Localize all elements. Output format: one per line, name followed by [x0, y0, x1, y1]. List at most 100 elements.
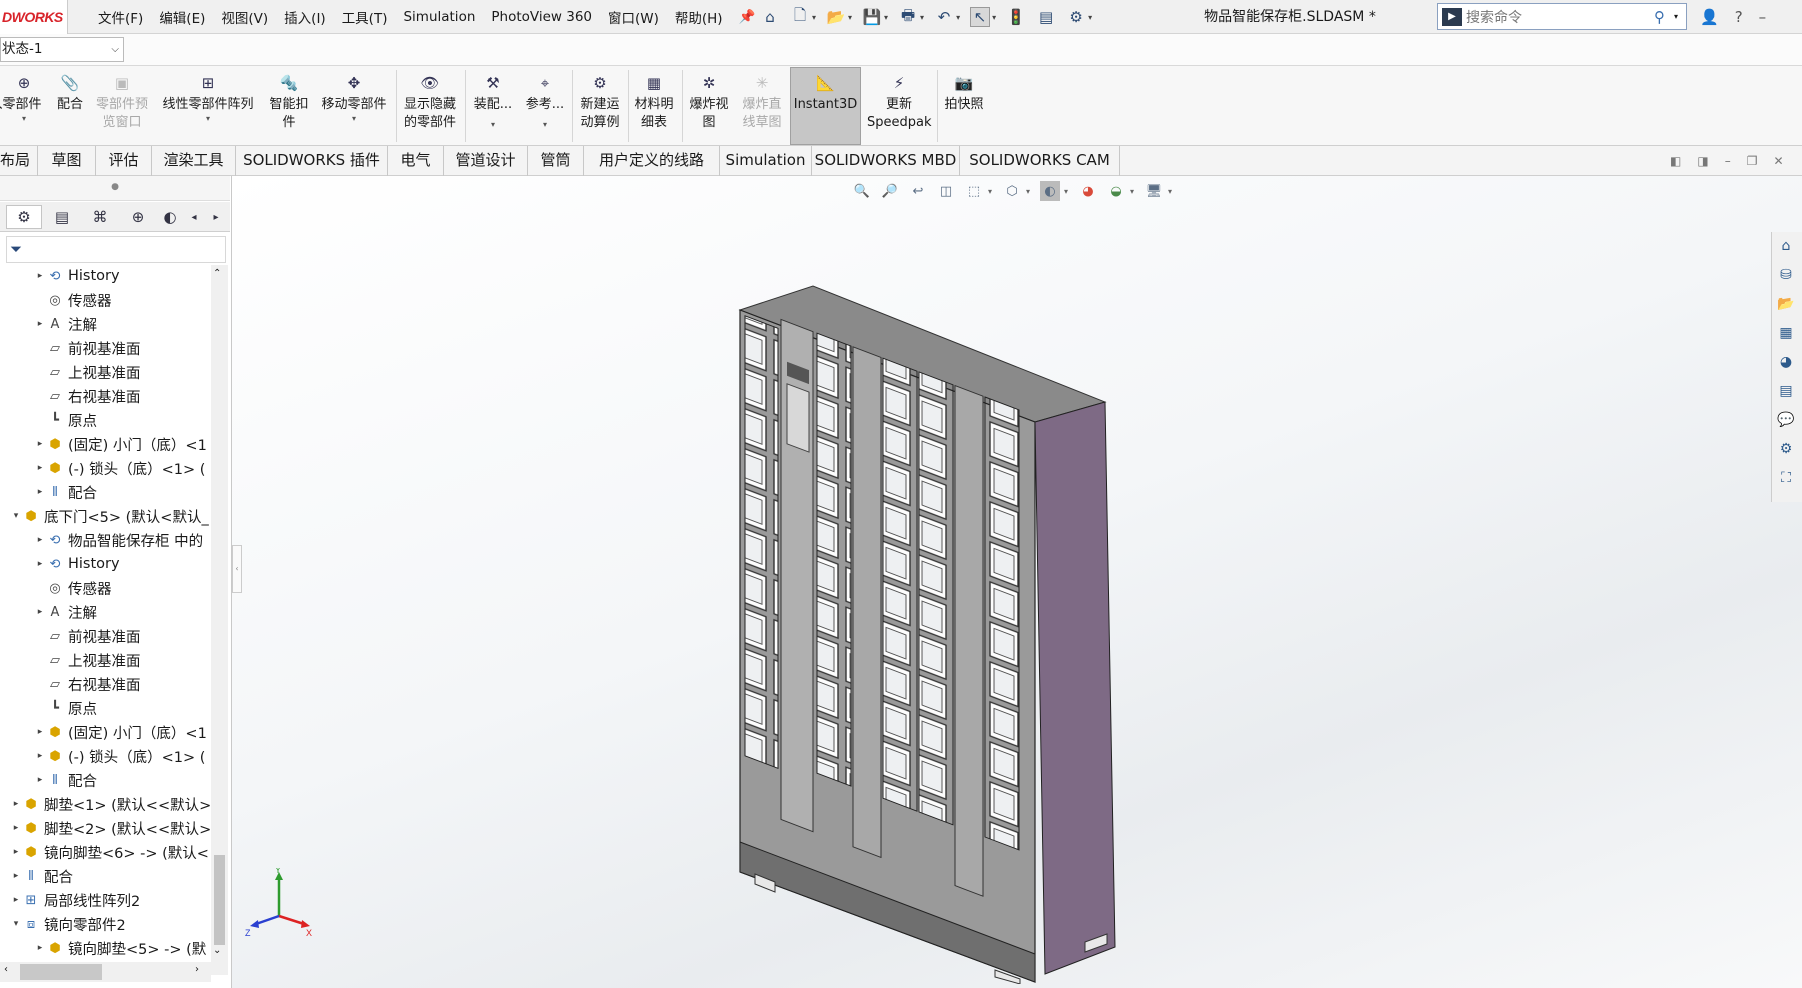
expand-arrow-icon[interactable]: ▸: [34, 607, 46, 617]
tree-filter[interactable]: ⏷: [6, 236, 226, 263]
edit-appearance-icon[interactable]: ◕: [1078, 181, 1098, 201]
view-settings-icon[interactable]: 🖥: [1144, 181, 1164, 201]
forum-icon[interactable]: 💬: [1774, 408, 1798, 432]
assembly-features-button[interactable]: ⚒ 装配... ▾: [467, 68, 519, 144]
smart-fastener-button[interactable]: 🔩 智能扣件: [264, 68, 314, 144]
traffic-light-icon[interactable]: 🚦: [1006, 7, 1026, 27]
tree-item[interactable]: ◎ 传感器: [0, 288, 212, 312]
motion-study-button[interactable]: ⚙ 新建运动算例: [574, 68, 626, 144]
help-icon[interactable]: ?: [1735, 8, 1743, 26]
tree-item[interactable]: ▾ ⧈ 镜向零部件2: [0, 912, 212, 936]
tab-layout[interactable]: 布局: [0, 146, 38, 176]
tab-electrical[interactable]: 电气: [388, 146, 444, 176]
expand-arrow-icon[interactable]: ▸: [10, 847, 22, 857]
appearances-icon[interactable]: ◕: [1774, 350, 1798, 374]
linear-pattern-dropdown-icon[interactable]: ▾: [206, 114, 210, 124]
tab-mbd[interactable]: SOLIDWORKS MBD: [812, 146, 960, 176]
new-icon[interactable]: 🗋: [790, 6, 810, 27]
tree-item[interactable]: ◎ 传感器: [0, 576, 212, 600]
expand-arrow-icon[interactable]: ▸: [34, 727, 46, 737]
plm-icon[interactable]: ⛶: [1774, 466, 1798, 490]
select-icon[interactable]: ↖: [970, 7, 991, 27]
configuration-select[interactable]: 状态-1 ⌵: [0, 37, 124, 62]
dynamic-annotation-icon[interactable]: ⬚: [964, 181, 984, 201]
zoom-to-fit-icon[interactable]: 🔍: [852, 181, 872, 201]
display-style-dropdown-icon[interactable]: ▾: [1024, 181, 1032, 201]
pin-icon[interactable]: 📌: [731, 9, 764, 25]
expand-arrow-icon[interactable]: ▸: [34, 943, 46, 953]
tab-scroll-left-icon[interactable]: ◂: [184, 205, 204, 229]
feature-manager-tab-icon[interactable]: ⚙: [6, 205, 42, 229]
previous-view-icon[interactable]: ↩: [908, 181, 928, 201]
move-component-dropdown-icon[interactable]: ▾: [352, 114, 356, 124]
tile-left-icon[interactable]: ◧: [1670, 154, 1681, 168]
menu-file[interactable]: 文件(F): [90, 7, 151, 27]
component-preview-button[interactable]: ▣ 零部件预览窗口: [92, 68, 152, 144]
move-component-button[interactable]: ✥ 移动零部件 ▾: [316, 68, 392, 144]
collapse-arrow-icon[interactable]: ▾: [10, 919, 22, 929]
tree-horizontal-scroll-thumb[interactable]: [20, 964, 102, 980]
menu-view[interactable]: 视图(V): [213, 7, 276, 27]
property-manager-tab-icon[interactable]: ▤: [44, 205, 80, 229]
tab-addins[interactable]: SOLIDWORKS 插件: [236, 146, 388, 176]
user-icon[interactable]: 👤: [1700, 8, 1719, 26]
tree-vertical-scroll-thumb[interactable]: [214, 855, 225, 945]
tree-item[interactable]: ▸ A 注解: [0, 600, 212, 624]
zoom-area-icon[interactable]: 🔎: [880, 181, 900, 201]
open-dropdown-icon[interactable]: ▾: [848, 13, 852, 22]
menu-window[interactable]: 窗口(W): [600, 7, 667, 27]
show-hidden-button[interactable]: 👁 显示隐藏的零部件: [398, 68, 462, 144]
tree-item[interactable]: ▸ ⬢ 脚垫<1> (默认<<默认>: [0, 792, 212, 816]
tab-piping[interactable]: 管道设计: [444, 146, 528, 176]
insert-component-button[interactable]: ⊕ 插入零部件 ▾: [0, 68, 48, 144]
tree-item[interactable]: ▸ ⦀ 配合: [0, 768, 212, 792]
scene-dropdown-icon[interactable]: ▾: [1128, 181, 1136, 201]
mate-button[interactable]: 📎 配合: [50, 68, 90, 144]
minimize-icon[interactable]: –: [1759, 8, 1767, 26]
home-icon[interactable]: ⌂: [760, 7, 780, 27]
viewport-restore-icon[interactable]: ❐: [1747, 154, 1758, 168]
expand-arrow-icon[interactable]: ▸: [10, 895, 22, 905]
tree-item[interactable]: ▸ ⬢ 镜向脚垫<5> -> (默: [0, 936, 212, 960]
new-dropdown-icon[interactable]: ▾: [812, 13, 816, 22]
expand-arrow-icon[interactable]: ▸: [34, 463, 46, 473]
exploded-view-button[interactable]: ✲ 爆炸视图: [684, 68, 734, 144]
search-icon[interactable]: ⚲: [1654, 8, 1674, 26]
expand-arrow-icon[interactable]: ▸: [34, 751, 46, 761]
menu-edit[interactable]: 编辑(E): [151, 7, 213, 27]
hide-show-dropdown-icon[interactable]: ▾: [1062, 181, 1070, 201]
snapshot-button[interactable]: 📷 拍快照: [940, 68, 988, 144]
reference-geometry-button[interactable]: ⌖ 参考... ▾: [522, 68, 568, 144]
section-view-icon[interactable]: ◫: [936, 181, 956, 201]
assembly-features-dropdown-icon[interactable]: ▾: [491, 120, 495, 130]
bom-button[interactable]: ▦ 材料明细表: [630, 68, 678, 144]
design-library-icon[interactable]: ⛁: [1774, 263, 1798, 287]
tree-item[interactable]: ▸ ⬢ (-) 锁头（底）<1> (: [0, 744, 212, 768]
expand-arrow-icon[interactable]: ▸: [10, 871, 22, 881]
select-dropdown-icon[interactable]: ▾: [992, 13, 996, 22]
collapse-arrow-icon[interactable]: ▾: [10, 511, 22, 521]
display-manager-tab-icon[interactable]: ◐: [158, 205, 182, 229]
cabinet-3d-model[interactable]: [735, 282, 1125, 984]
tree-item[interactable]: ▸ ⬢ (固定) 小门（底）<1: [0, 432, 212, 456]
tree-item[interactable]: ▸ A 注解: [0, 312, 212, 336]
panel-grip[interactable]: ●: [0, 176, 230, 201]
tree-item[interactable]: ▸ ⬢ 脚垫<2> (默认<<默认>: [0, 816, 212, 840]
panel-splitter[interactable]: ‹: [232, 545, 242, 593]
tree-item[interactable]: ▱ 前视基准面: [0, 336, 212, 360]
viewport-minimize-icon[interactable]: –: [1725, 154, 1731, 168]
search-commands-box[interactable]: ▶ 搜索命令 ⚲ ▾: [1437, 3, 1687, 30]
view-orientation-icon[interactable]: ⬡: [1002, 181, 1022, 201]
expand-arrow-icon[interactable]: ▸: [34, 775, 46, 785]
expand-arrow-icon[interactable]: ▸: [10, 823, 22, 833]
dimxpert-tab-icon[interactable]: ⊕: [120, 205, 156, 229]
view-palette-icon[interactable]: ▦: [1774, 321, 1798, 345]
tree-item[interactable]: ┗ 原点: [0, 696, 212, 720]
options-dropdown-icon[interactable]: ▾: [1088, 13, 1092, 22]
update-speedpak-button[interactable]: ⚡ 更新Speedpak: [864, 68, 934, 144]
tab-user-routing[interactable]: 用户定义的线路: [584, 146, 720, 176]
insert-component-dropdown-icon[interactable]: ▾: [22, 114, 26, 124]
tab-cam[interactable]: SOLIDWORKS CAM: [960, 146, 1120, 176]
menu-help[interactable]: 帮助(H): [667, 7, 731, 27]
tree-item[interactable]: ▱ 上视基准面: [0, 648, 212, 672]
